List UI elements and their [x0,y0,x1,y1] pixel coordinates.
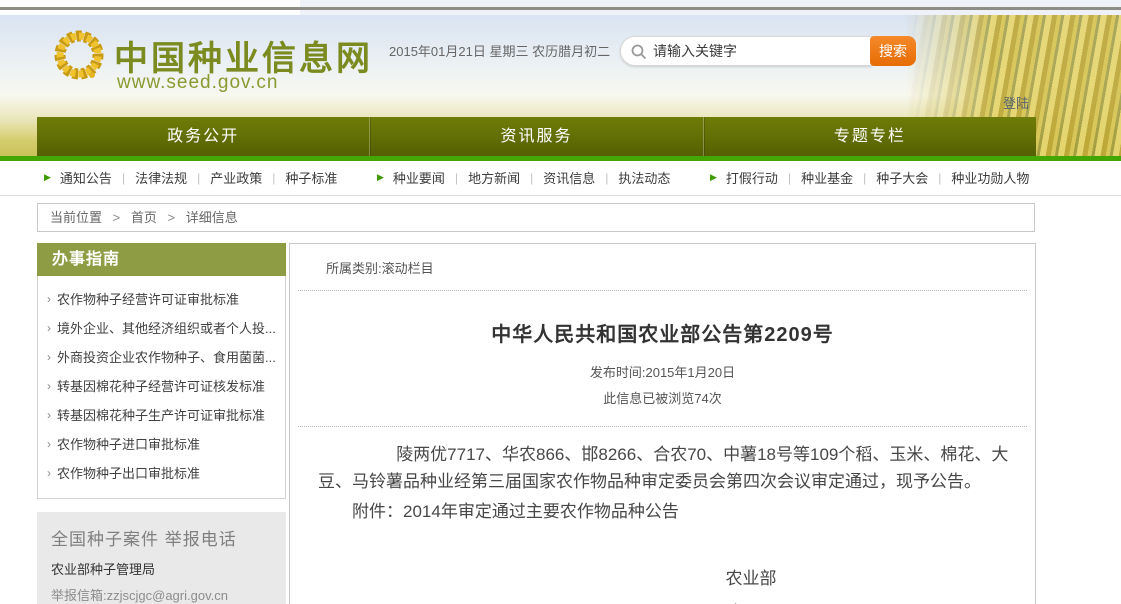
subnav-group-news: ▶ 种业要闻 | 地方新闻 | 资讯信息 | 执法动态 [370,168,703,187]
guide-list-item[interactable]: › 境外企业、其他经济组织或者个人投... [45,314,279,343]
guide-list: › 农作物种子经营许可证审批标准 › 境外企业、其他经济组织或者个人投... ›… [37,276,286,499]
subnav-group-special: ▶ 打假行动 | 种业基金 | 种子大会 | 种业功勋人物 [703,168,1036,187]
separator: | [272,171,275,185]
subnav-link-seed-fund[interactable]: 种业基金 [801,168,853,187]
guide-list-item[interactable]: › 转基因棉花种子经营许可证核发标准 [45,372,279,401]
guide-list-item[interactable]: › 农作物种子进口审批标准 [45,430,279,459]
login-link[interactable]: 登陆 [1003,93,1029,112]
article-body: 陵两优7717、华农866、邯8266、合农70、中薯18号等109个稻、玉米、… [290,427,1035,604]
separator: | [530,171,533,185]
subnav-link-industry-news[interactable]: 种业要闻 [393,168,445,187]
article-panel: 所属类别:滚动栏目 中华人民共和国农业部公告第2209号 发布时间:2015年1… [289,243,1036,604]
guide-item-label: 农作物种子经营许可证审批标准 [57,285,239,314]
triangle-icon: ▶ [710,172,717,183]
guide-panel-title: 办事指南 [37,243,286,276]
chevron-right-icon: › [47,459,51,488]
search-icon [631,44,647,60]
triangle-icon: ▶ [44,172,51,183]
chevron-right-icon: › [47,343,51,372]
search-field-wrap [620,36,872,66]
breadcrumb-separator: > [113,210,121,225]
subnav-link-local-news[interactable]: 地方新闻 [468,168,520,187]
report-email: 举报信箱:zzjscjgc@agri.gov.cn [51,585,272,604]
breadcrumb-separator: > [168,210,176,225]
guide-item-label: 农作物种子出口审批标准 [57,459,200,488]
breadcrumb: 当前位置 > 首页 > 详细信息 [37,203,1035,232]
breadcrumb-label: 当前位置 [50,210,102,225]
report-hotline-title: 全国种子案件 举报电话 [51,525,272,550]
wheat-logo-icon [48,25,110,92]
separator: | [122,171,125,185]
chevron-right-icon: › [47,372,51,401]
subnav-link-law-enforcement[interactable]: 执法动态 [618,168,670,187]
sidebar: 办事指南 › 农作物种子经营许可证审批标准 › 境外企业、其他经济组织或者个人投… [37,243,286,604]
guide-list-item[interactable]: › 外商投资企业农作物种子、食用菌菌... [45,343,279,372]
separator: | [938,171,941,185]
subnav-link-laws[interactable]: 法律法规 [135,168,187,187]
guide-list-item[interactable]: › 转基因棉花种子生产许可证审批标准 [45,401,279,430]
search-button[interactable]: 搜索 [870,36,916,66]
main-nav: 政务公开 资讯服务 专题专栏 [37,117,1036,156]
guide-item-label: 转基因棉花种子经营许可证核发标准 [57,372,265,401]
subnav-link-info[interactable]: 资讯信息 [543,168,595,187]
report-org: 农业部种子管理局 [51,559,272,578]
article-title: 中华人民共和国农业部公告第2209号 [290,318,1035,347]
guide-list-item[interactable]: › 农作物种子出口审批标准 [45,459,279,488]
triangle-icon: ▶ [377,172,384,183]
article-signature: 农业部 2015年1月19日 [641,565,861,604]
guide-item-label: 外商投资企业农作物种子、食用菌菌... [57,343,276,372]
nav-item-government-affairs[interactable]: 政务公开 [37,117,369,156]
secondary-nav: ▶ 通知公告 | 法律法规 | 产业政策 | 种子标准 ▶ 种业要闻 | 地方新… [37,161,1036,194]
breadcrumb-home[interactable]: 首页 [131,210,157,225]
separator: | [197,171,200,185]
separator: | [788,171,791,185]
signer: 农业部 [641,565,861,592]
chevron-right-icon: › [47,401,51,430]
separator: | [605,171,608,185]
guide-list-item[interactable]: › 农作物种子经营许可证审批标准 [45,285,279,314]
subnav-group-government: ▶ 通知公告 | 法律法规 | 产业政策 | 种子标准 [37,168,370,187]
subnav-link-seed-congress[interactable]: 种子大会 [876,168,928,187]
article-attachment-line: 附件：2014年审定通过主要农作物品种公告 [318,498,1009,525]
date-text: 2015年01月21日 星期三 农历腊月初二 [389,41,610,60]
subnav-divider [0,195,1121,196]
guide-item-label: 农作物种子进口审批标准 [57,430,200,459]
subnav-link-industry-policy[interactable]: 产业政策 [210,168,262,187]
separator: | [455,171,458,185]
nav-item-special-columns[interactable]: 专题专栏 [703,117,1036,156]
site-header: 中国种业信息网 www.seed.gov.cn 2015年01月21日 星期三 … [0,15,1121,161]
article-paragraph: 陵两优7717、华农866、邯8266、合农70、中薯18号等109个稻、玉米、… [318,441,1009,495]
breadcrumb-current: 详细信息 [186,210,238,225]
site-url: www.seed.gov.cn [117,72,278,94]
dotted-divider [298,290,1027,291]
chevron-right-icon: › [47,314,51,343]
subnav-link-merit-figures[interactable]: 种业功勋人物 [951,168,1029,187]
chevron-right-icon: › [47,430,51,459]
search-box: 搜索 [620,36,916,66]
nav-item-information-service[interactable]: 资讯服务 [369,117,702,156]
separator: | [863,171,866,185]
subnav-link-seed-standards[interactable]: 种子标准 [285,168,337,187]
guide-item-label: 转基因棉花种子生产许可证审批标准 [57,401,265,430]
search-input[interactable] [653,38,865,64]
guide-item-label: 境外企业、其他经济组织或者个人投... [57,314,276,343]
article-view-count: 此信息已被浏览74次 [290,388,1035,407]
report-hotline-box: 全国种子案件 举报电话 农业部种子管理局 举报信箱:zzjscjgc@agri.… [37,512,286,604]
top-divider-line [0,7,1121,10]
subnav-link-notices[interactable]: 通知公告 [60,168,112,187]
sign-date: 2015年1月19日 [641,599,861,604]
article-category: 所属类别:滚动栏目 [290,244,1035,277]
article-publish-date: 发布时间:2015年1月20日 [290,362,1035,381]
chevron-right-icon: › [47,285,51,314]
page: 中国种业信息网 www.seed.gov.cn 2015年01月21日 星期三 … [0,0,1121,604]
browser-top-strip [0,0,1121,15]
subnav-link-anti-fake[interactable]: 打假行动 [726,168,778,187]
